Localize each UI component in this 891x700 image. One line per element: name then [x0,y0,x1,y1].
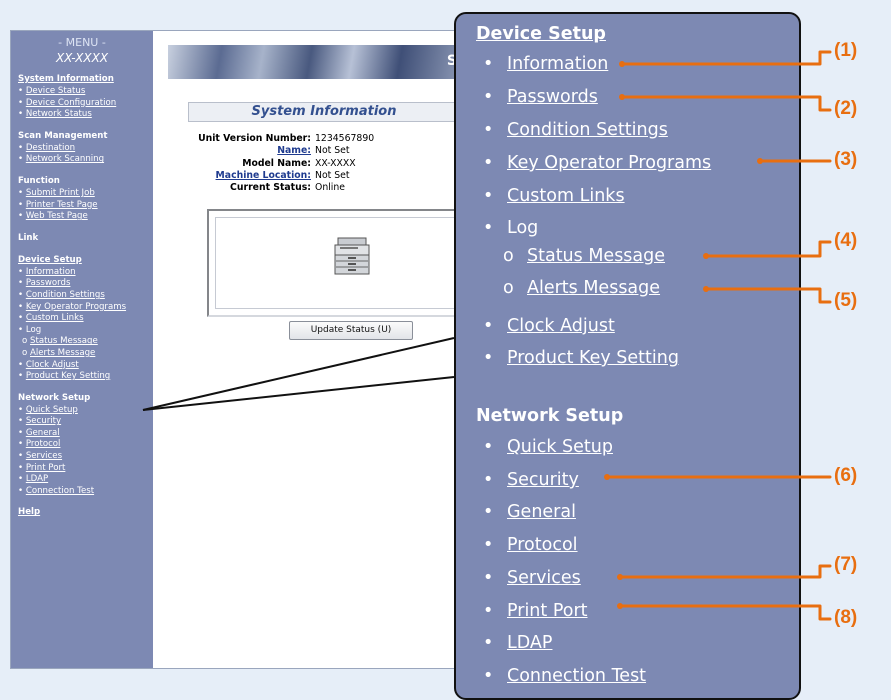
annotation-label-3: (3) [834,149,858,170]
annotation-leader-lines [604,50,832,621]
annotation-label-6: (6) [834,465,858,486]
annotation-label-5: (5) [834,290,858,311]
annotation-label-4: (4) [834,230,858,251]
annotation-label-2: (2) [834,98,858,119]
annotation-label-1: (1) [834,40,858,61]
annotation-label-7: (7) [834,554,858,575]
annotation-label-8: (8) [834,607,858,628]
